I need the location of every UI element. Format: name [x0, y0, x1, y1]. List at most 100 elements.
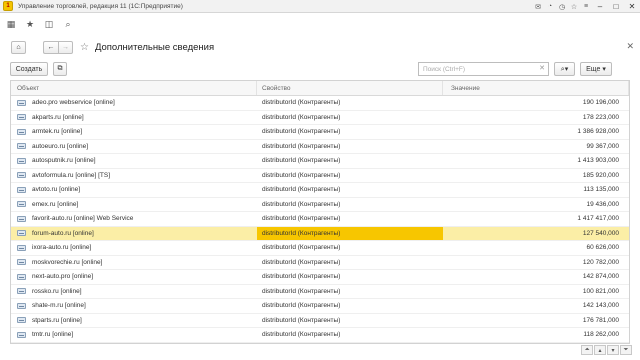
property-cell[interactable]: distributorId (Контрагенты)	[257, 314, 443, 328]
property-cell[interactable]: distributorId (Контрагенты)	[257, 299, 443, 313]
value-cell[interactable]: 113 135,000	[443, 183, 629, 197]
table-row[interactable]: next-auto.pro [online] distributorId (Кон…	[11, 270, 629, 285]
property-cell[interactable]: distributorId (Контрагенты)	[257, 96, 443, 110]
maximize-button[interactable]: □	[608, 0, 624, 13]
value-cell[interactable]: 142 874,000	[443, 270, 629, 284]
table-row[interactable]: rossko.ru [online] distributorId (Контраг…	[11, 285, 629, 299]
table-row[interactable]: stparts.ru [online] distributorId (Контра…	[11, 314, 629, 328]
close-icon[interactable]: ✕	[626, 41, 634, 52]
value-cell[interactable]: 100 821,000	[443, 285, 629, 299]
object-cell[interactable]: rossko.ru [online]	[11, 285, 257, 299]
table-row[interactable]: autoeuro.ru [online] distributorId (Контр…	[11, 140, 629, 154]
scroll-up-button[interactable]: ▴	[594, 345, 606, 355]
object-cell[interactable]: adeo.pro webservice [online]	[11, 96, 257, 110]
clear-search-icon[interactable]: ✕	[539, 64, 545, 72]
history-icon[interactable]: ◫	[41, 16, 57, 32]
table-row[interactable]: forum-auto.ru [online] distributorId (Кон…	[11, 226, 629, 241]
search-input[interactable]: Поиск (Ctrl+F) ✕	[418, 62, 549, 76]
object-cell[interactable]: avtoto.ru [online]	[11, 183, 257, 197]
property-cell[interactable]: distributorId (Контрагенты)	[257, 125, 443, 139]
table-row[interactable]: moskvorechie.ru [online] distributorId (К…	[11, 256, 629, 270]
table-row[interactable]: adeo.pro webservice [online] distributorI…	[11, 96, 629, 111]
value-cell[interactable]: 190 196,000	[443, 96, 629, 110]
table-row[interactable]: tmtr.ru [online] distributorId (Контраген…	[11, 328, 629, 343]
value-cell[interactable]: 1 417 417,000	[443, 212, 629, 226]
column-header-object[interactable]: Объект	[11, 81, 257, 95]
close-window-button[interactable]: ✕	[624, 0, 640, 13]
table-row[interactable]: avtoformula.ru [online] [TS] distributorI…	[11, 169, 629, 183]
scroll-controls: ⏶ ▴ ▾ ⏷	[580, 345, 632, 356]
minimize-button[interactable]: ‒	[592, 0, 608, 13]
property-cell[interactable]: distributorId (Контрагенты)	[257, 328, 443, 342]
property-cell[interactable]: distributorId (Контрагенты)	[257, 111, 443, 125]
property-cell[interactable]: distributorId (Контрагенты)	[257, 198, 443, 212]
property-cell[interactable]: distributorId (Контрагенты)	[257, 183, 443, 197]
value-cell[interactable]: 176 781,000	[443, 314, 629, 328]
value-cell[interactable]: 60 626,000	[443, 241, 629, 255]
object-cell[interactable]: next-auto.pro [online]	[11, 270, 257, 284]
column-header-property[interactable]: Свойство	[257, 81, 443, 95]
object-cell[interactable]: armtek.ru [online]	[11, 125, 257, 139]
column-header-value[interactable]: Значение	[443, 81, 629, 95]
table-row[interactable]: favorit-auto.ru [online] Web Service dist…	[11, 212, 629, 227]
object-cell[interactable]: avtoformula.ru [online] [TS]	[11, 169, 257, 183]
table-row[interactable]: akparts.ru [online] distributorId (Контра…	[11, 111, 629, 125]
value-cell[interactable]: 1 386 928,000	[443, 125, 629, 139]
value-cell[interactable]: 185 920,000	[443, 169, 629, 183]
object-cell[interactable]: autoeuro.ru [online]	[11, 140, 257, 154]
value-cell[interactable]: 178 223,000	[443, 111, 629, 125]
property-cell[interactable]: distributorId (Контрагенты)	[257, 241, 443, 255]
scroll-top-button[interactable]: ⏶	[581, 345, 593, 355]
value-cell[interactable]: 120 782,000	[443, 256, 629, 270]
object-cell[interactable]: ixora-auto.ru [online]	[11, 241, 257, 255]
object-cell[interactable]: emex.ru [online]	[11, 198, 257, 212]
favorite-star-icon[interactable]: ☆	[80, 42, 89, 53]
table-row[interactable]: ixora-auto.ru [online] distributorId (Кон…	[11, 241, 629, 256]
object-cell[interactable]: autosputnik.ru [online]	[11, 154, 257, 168]
search-button[interactable]: ⌕▾	[554, 62, 575, 76]
object-name: akparts.ru [online]	[32, 113, 84, 121]
favorite-icon[interactable]: ☆	[568, 1, 580, 13]
table-row[interactable]: autosputnik.ru [online] distributorId (Ко…	[11, 154, 629, 169]
property-cell[interactable]: distributorId (Контрагенты)	[257, 270, 443, 284]
value-cell[interactable]: 127 540,000	[443, 227, 629, 241]
menu-icon[interactable]: ≡	[580, 1, 592, 13]
object-cell[interactable]: stparts.ru [online]	[11, 314, 257, 328]
property-cell[interactable]: distributorId (Контрагенты)	[257, 140, 443, 154]
table-row[interactable]: avtoto.ru [online] distributorId (Контраг…	[11, 183, 629, 198]
forward-button[interactable]: →	[58, 40, 73, 54]
search-icon[interactable]: ⌕	[60, 16, 76, 32]
value-cell[interactable]: 142 143,000	[443, 299, 629, 313]
home-button[interactable]: ⌂	[11, 40, 26, 54]
object-cell[interactable]: forum-auto.ru [online]	[11, 227, 257, 241]
object-cell[interactable]: shate-m.ru [online]	[11, 299, 257, 313]
property-cell[interactable]: distributorId (Контрагенты)	[257, 256, 443, 270]
history-icon[interactable]: ◷	[556, 1, 568, 13]
table-row[interactable]: emex.ru [online] distributorId (Контраген…	[11, 198, 629, 212]
property-cell[interactable]: distributorId (Контрагенты)	[257, 169, 443, 183]
object-cell[interactable]: tmtr.ru [online]	[11, 328, 257, 342]
property-cell[interactable]: distributorId (Контрагенты)	[257, 154, 443, 168]
star-icon[interactable]: ★	[22, 16, 38, 32]
create-button[interactable]: Создать	[10, 62, 48, 76]
table-row[interactable]: armtek.ru [online] distributorId (Контраг…	[11, 125, 629, 140]
value-cell[interactable]: 99 367,000	[443, 140, 629, 154]
object-cell[interactable]: moskvorechie.ru [online]	[11, 256, 257, 270]
scroll-bottom-button[interactable]: ⏷	[620, 345, 632, 355]
property-cell[interactable]: distributorId (Контрагенты)	[257, 226, 443, 240]
home-icon[interactable]: ▦	[3, 16, 19, 32]
object-cell[interactable]: favorit-auto.ru [online] Web Service	[11, 212, 257, 226]
back-button[interactable]: ←	[43, 40, 58, 54]
bell-icon[interactable]: ◔	[544, 1, 556, 13]
copy-button[interactable]: ⧉	[53, 62, 67, 76]
property-cell[interactable]: distributorId (Контрагенты)	[257, 212, 443, 226]
value-cell[interactable]: 1 413 903,000	[443, 154, 629, 168]
property-cell[interactable]: distributorId (Контрагенты)	[257, 285, 443, 299]
mail-icon[interactable]: ✉	[532, 1, 544, 13]
value-cell[interactable]: 19 436,000	[443, 198, 629, 212]
more-button[interactable]: Еще ▾	[580, 62, 612, 76]
object-cell[interactable]: akparts.ru [online]	[11, 111, 257, 125]
scroll-down-button[interactable]: ▾	[607, 345, 619, 355]
table-row[interactable]: shate-m.ru [online] distributorId (Контра…	[11, 299, 629, 314]
value-cell[interactable]: 118 262,000	[443, 328, 629, 342]
